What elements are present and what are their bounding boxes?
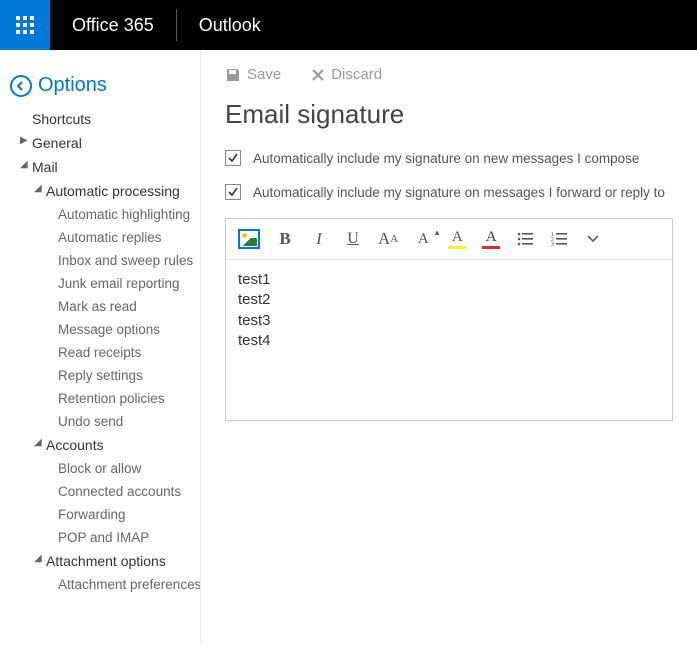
app-name[interactable]: Outlook: [177, 15, 283, 36]
check-icon: [227, 152, 239, 164]
suite-header: Office 365 Outlook: [0, 0, 697, 50]
font-color-button[interactable]: A: [482, 229, 500, 249]
bullet-list-button[interactable]: [516, 232, 534, 246]
app-launcher-button[interactable]: [0, 0, 50, 50]
checkbox-include-new[interactable]: [225, 150, 241, 166]
nav-accounts-item[interactable]: Block or allow: [0, 457, 200, 480]
numbered-icon: 123: [551, 232, 567, 246]
nav-accounts-item[interactable]: Connected accounts: [0, 480, 200, 503]
insert-image-button[interactable]: [238, 229, 260, 249]
nav-mail[interactable]: ◢Mail: [0, 155, 200, 179]
font-button[interactable]: A: [414, 231, 432, 248]
checkbox-label: Automatically include my signature on me…: [253, 185, 665, 200]
signature-line: test2: [238, 290, 660, 310]
caret-down-icon: ◢: [34, 183, 42, 194]
nav-accounts[interactable]: ◢Accounts: [0, 433, 200, 457]
nav-auto-item[interactable]: Read receipts: [0, 341, 200, 364]
more-formatting-button[interactable]: [584, 234, 602, 244]
nav-auto-item[interactable]: Junk email reporting: [0, 272, 200, 295]
bullets-icon: [517, 232, 533, 246]
discard-button[interactable]: Discard: [311, 66, 382, 83]
options-sidebar: Options Shortcuts ▶General ◢Mail ◢Automa…: [0, 50, 201, 646]
signature-line: test3: [238, 311, 660, 331]
caret-down-icon: ◢: [34, 437, 42, 448]
image-icon: [241, 232, 257, 246]
chevron-down-icon: [586, 234, 600, 244]
nav-auto-item[interactable]: Mark as read: [0, 295, 200, 318]
nav-auto-item[interactable]: Automatic highlighting: [0, 203, 200, 226]
signature-editor: B I U AA A A A 123 test1 test2: [225, 218, 673, 421]
nav-tree: Shortcuts ▶General ◢Mail ◢Automatic proc…: [0, 107, 200, 596]
action-toolbar: Save Discard: [225, 66, 673, 83]
save-icon: [225, 67, 241, 83]
numbered-list-button[interactable]: 123: [550, 232, 568, 246]
save-button[interactable]: Save: [225, 66, 281, 83]
nav-auto-item[interactable]: Inbox and sweep rules: [0, 249, 200, 272]
main-panel: Save Discard Email signature Automatical…: [201, 50, 697, 646]
check-icon: [227, 186, 239, 198]
options-label: Options: [38, 74, 107, 97]
nav-shortcuts[interactable]: Shortcuts: [0, 107, 200, 131]
nav-general[interactable]: ▶General: [0, 131, 200, 155]
highlight-button[interactable]: A: [448, 229, 466, 249]
svg-text:3: 3: [551, 242, 554, 246]
checkbox-row-forward-reply[interactable]: Automatically include my signature on me…: [225, 184, 673, 200]
nav-auto-item[interactable]: Retention policies: [0, 387, 200, 410]
nav-accounts-item[interactable]: Forwarding: [0, 503, 200, 526]
nav-auto-item[interactable]: Undo send: [0, 410, 200, 433]
nav-automatic-processing[interactable]: ◢Automatic processing: [0, 179, 200, 203]
suite-name[interactable]: Office 365: [50, 15, 176, 36]
signature-line: test1: [238, 270, 660, 290]
italic-button[interactable]: I: [310, 229, 328, 249]
nav-attachment-options[interactable]: ◢Attachment options: [0, 549, 200, 573]
checkbox-include-forward[interactable]: [225, 184, 241, 200]
caret-down-icon: ◢: [20, 159, 28, 170]
waffle-icon: [16, 16, 34, 34]
caret-right-icon: ▶: [20, 135, 28, 146]
nav-auto-item[interactable]: Automatic replies: [0, 226, 200, 249]
signature-textarea[interactable]: test1 test2 test3 test4: [226, 260, 672, 420]
nav-auto-item[interactable]: Message options: [0, 318, 200, 341]
nav-accounts-item[interactable]: POP and IMAP: [0, 526, 200, 549]
checkbox-label: Automatically include my signature on ne…: [253, 151, 639, 166]
discard-icon: [311, 68, 325, 82]
caret-down-icon: ◢: [34, 553, 42, 564]
nav-auto-item[interactable]: Reply settings: [0, 364, 200, 387]
editor-toolbar: B I U AA A A A 123: [226, 219, 672, 260]
checkbox-row-new-messages[interactable]: Automatically include my signature on ne…: [225, 150, 673, 166]
font-size-button[interactable]: AA: [378, 229, 398, 249]
nav-attachment-item[interactable]: Attachment preferences: [0, 573, 200, 596]
options-back-header[interactable]: Options: [0, 68, 200, 107]
underline-button[interactable]: U: [344, 230, 362, 248]
bold-button[interactable]: B: [276, 229, 294, 249]
signature-line: test4: [238, 331, 660, 351]
page-title: Email signature: [225, 99, 673, 130]
back-icon: [10, 75, 32, 97]
